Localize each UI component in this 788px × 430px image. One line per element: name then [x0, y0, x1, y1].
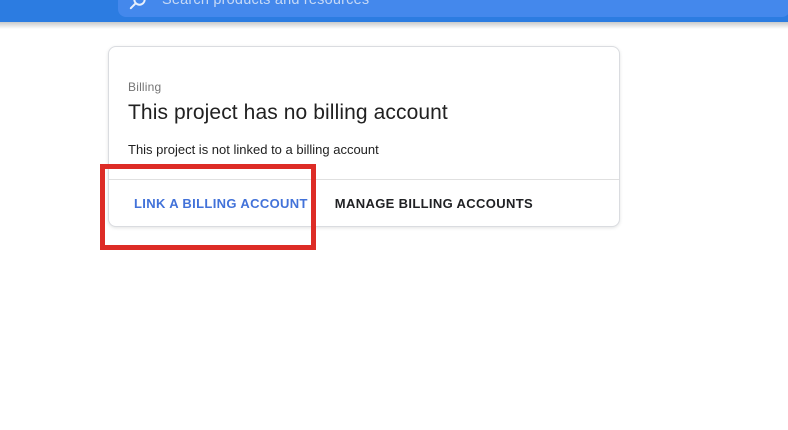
- search-input[interactable]: Search products and resources: [118, 0, 788, 17]
- card-actions: LINK A BILLING ACCOUNT MANAGE BILLING AC…: [109, 180, 619, 226]
- billing-card-body: Billing This project has no billing acco…: [109, 47, 619, 157]
- app-header: Search products and resources: [0, 0, 788, 22]
- manage-billing-accounts-button[interactable]: MANAGE BILLING ACCOUNTS: [335, 196, 533, 211]
- card-eyebrow-billing: Billing: [128, 80, 599, 94]
- header-shadow: [0, 22, 788, 29]
- billing-card: Billing This project has no billing acco…: [108, 46, 620, 227]
- search-icon: [128, 0, 148, 11]
- card-title: This project has no billing account: [128, 101, 599, 125]
- page: Search products and resources Billing Th…: [0, 0, 788, 430]
- link-billing-account-button[interactable]: LINK A BILLING ACCOUNT: [134, 196, 308, 211]
- search-placeholder: Search products and resources: [162, 0, 369, 8]
- card-subtitle: This project is not linked to a billing …: [128, 142, 599, 157]
